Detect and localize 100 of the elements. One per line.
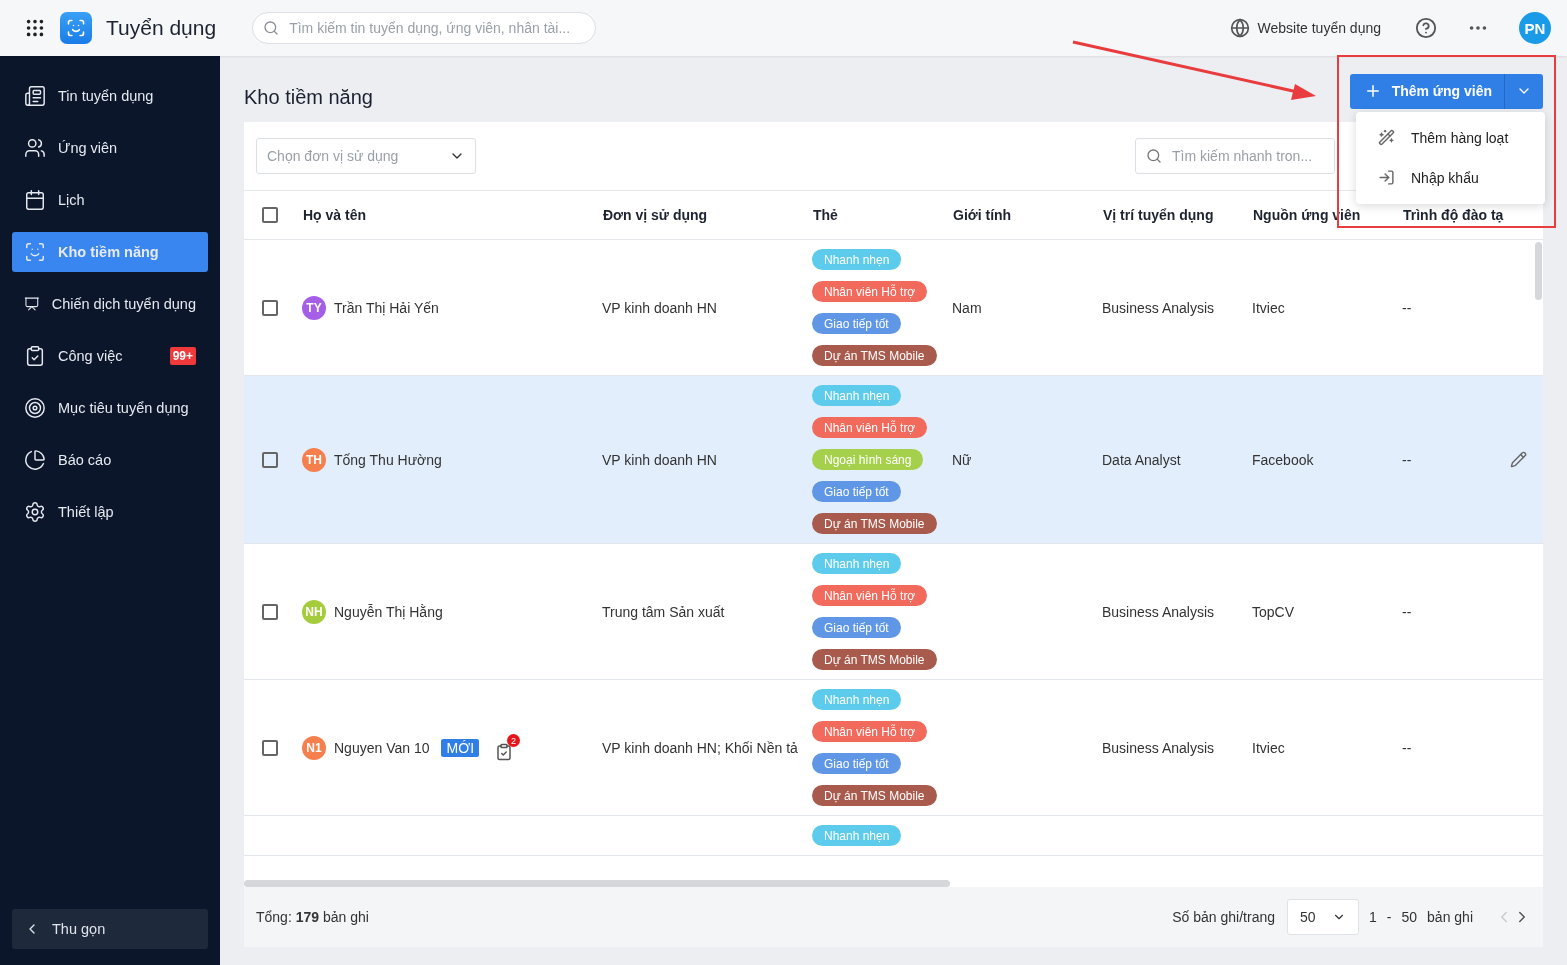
search-icon xyxy=(263,20,280,36)
table-cell-text: Itviec xyxy=(1251,299,1286,316)
row-checkbox[interactable] xyxy=(262,739,278,756)
tag: Nhân viên Hỗ trợ xyxy=(812,585,928,606)
website-link[interactable]: Website tuyển dụng xyxy=(1229,18,1381,38)
table-cell-text: -- xyxy=(1401,299,1413,316)
news-icon xyxy=(24,85,46,107)
table-cell-text: Facebook xyxy=(1251,451,1315,468)
range-start: 1 xyxy=(1369,909,1377,925)
table-cell-text: Business Analysis xyxy=(1101,603,1216,620)
globe-icon xyxy=(1229,18,1250,38)
sidebar-item[interactable]: Thiết lập xyxy=(12,492,208,532)
candidate-name[interactable]: Tống Thu Hường xyxy=(334,451,442,468)
logo-icon xyxy=(60,12,92,44)
table-cell-text: -- xyxy=(1401,451,1413,468)
help-icon[interactable] xyxy=(1415,17,1437,39)
table-cell-text: Itviec xyxy=(1251,739,1286,756)
page-size-select[interactable]: 50 xyxy=(1287,899,1359,935)
search-input[interactable]: Tìm kiếm nhanh tron... xyxy=(1170,147,1324,165)
page-size-label: Số bản ghi/trang xyxy=(1172,909,1275,925)
app-grid-icon[interactable] xyxy=(24,17,46,39)
target-icon xyxy=(24,397,46,419)
tag: Nhanh nhẹn xyxy=(812,249,902,270)
sidebar-item[interactable]: Ứng viên xyxy=(12,128,208,168)
sidebar-item[interactable]: Mục tiêu tuyển dụng xyxy=(12,388,208,428)
face-scan-icon xyxy=(24,241,46,263)
tag: Nhân viên Hỗ trợ xyxy=(812,281,928,302)
column-header: Vị trí tuyển dụng xyxy=(1102,207,1215,223)
table-cell-text: Data Analyst xyxy=(1101,451,1182,468)
tag: Nhanh nhẹn xyxy=(812,385,902,406)
horizontal-scrollbar[interactable] xyxy=(244,880,950,887)
row-checkbox[interactable] xyxy=(262,299,278,316)
users-icon xyxy=(24,137,46,159)
task-count: 2 xyxy=(507,734,521,747)
sidebar-item[interactable]: Chiến dịch tuyển dụng xyxy=(12,284,208,324)
page-title: Kho tiềm năng xyxy=(244,85,374,109)
candidate-name[interactable]: Nguyễn Thị Hằng xyxy=(334,603,443,620)
candidate-avatar: TH xyxy=(302,447,326,472)
search-field[interactable]: Tìm kiếm tin tuyển dụng, ứng viên, nhân tài... xyxy=(252,12,597,44)
table-cell: Trung tâm Sản xuất xyxy=(602,603,725,620)
tag: Giao tiếp tốt xyxy=(812,481,901,502)
tag: Ngoại hình sáng xyxy=(812,449,924,470)
magic-wand-icon xyxy=(1378,129,1395,146)
table-cell: VP kinh doanh HN; Khối Nền tả xyxy=(602,739,798,756)
menu-item[interactable]: Nhập khẩu xyxy=(1356,157,1545,198)
tag: Dự án TMS Mobile xyxy=(812,345,937,366)
table-cell-text: Nam xyxy=(951,299,983,316)
app-name: Tuyển dụng xyxy=(106,16,217,40)
range-unit: bản ghi xyxy=(1427,909,1473,925)
candidate-avatar: NH xyxy=(302,599,326,624)
tag: Nhanh nhẹn xyxy=(812,825,902,846)
tag: Giao tiếp tốt xyxy=(812,313,901,334)
sidebar-item[interactable]: Lịch xyxy=(12,180,208,220)
table-cell-text: Nữ xyxy=(951,451,973,468)
tag: Nhân viên Hỗ trợ xyxy=(812,417,928,438)
candidate-name[interactable]: Nguyen Van 10 xyxy=(334,739,430,756)
count-badge: 99+ xyxy=(169,347,196,365)
task-icon[interactable] xyxy=(495,743,514,761)
menu-item[interactable]: Thêm hàng loạt xyxy=(1356,117,1545,158)
tag: Dự án TMS Mobile xyxy=(812,649,937,670)
settings-icon xyxy=(24,501,46,523)
tag: Giao tiếp tốt xyxy=(812,617,901,638)
import-icon xyxy=(1378,169,1395,186)
tag: Nhanh nhẹn xyxy=(812,553,902,574)
table-cell: VP kinh doanh HN xyxy=(602,299,717,316)
column-header: Trình độ đào tạ xyxy=(1402,207,1505,223)
row-checkbox[interactable] xyxy=(262,451,278,468)
table-row[interactable]: TH Tống Thu Hường VP kinh doanh HN Nhanh nhẹn Nhân viên Hỗ trợ Ngoại hình sáng Giao tiếp tốt Dự án TMS Mobile Nữ Data Analyst Facebook -- xyxy=(244,376,1543,544)
range-separator: - xyxy=(1386,909,1392,925)
tag: Nhanh nhẹn xyxy=(812,689,902,710)
table-cell-text: Business Analysis xyxy=(1101,739,1216,756)
tag: Dự án TMS Mobile xyxy=(812,785,937,806)
edit-icon[interactable] xyxy=(1510,451,1527,468)
select-all-checkbox[interactable] xyxy=(262,207,278,223)
pie-chart-icon xyxy=(24,449,46,471)
quick-search-field[interactable]: Tìm kiếm nhanh tron... xyxy=(1135,138,1335,174)
column-header: Thẻ xyxy=(812,207,839,223)
collapse-button[interactable]: Thu gọn xyxy=(12,909,208,949)
table-cell-text: Business Analysis xyxy=(1101,299,1216,316)
clipboard-check-icon xyxy=(24,345,46,367)
range-end: 50 xyxy=(1401,909,1418,925)
sidebar-item[interactable]: Báo cáo xyxy=(12,440,208,480)
table-cell-text: -- xyxy=(1401,603,1413,620)
calendar-icon xyxy=(24,189,46,211)
tag: Nhân viên Hỗ trợ xyxy=(812,721,928,742)
search-icon xyxy=(1146,148,1162,164)
total-count: Tổng: 179 bản ghi xyxy=(256,909,370,925)
tag: Giao tiếp tốt xyxy=(812,753,901,774)
row-checkbox[interactable] xyxy=(262,603,278,620)
sidebar-item[interactable]: Tin tuyển dụng xyxy=(12,76,208,116)
vertical-scrollbar[interactable] xyxy=(1535,242,1542,300)
candidate-avatar: TY xyxy=(302,295,326,320)
column-header: Đơn vị sử dụng xyxy=(602,207,709,223)
table-cell-text: -- xyxy=(1401,739,1413,756)
table-cell-text: TopCV xyxy=(1251,603,1296,620)
candidate-name[interactable]: Trần Thị Hải Yến xyxy=(334,299,439,316)
column-header: Giới tính xyxy=(952,207,1013,223)
sidebar-item[interactable]: Công việc 99+ xyxy=(12,336,208,376)
table-cell: VP kinh doanh HN xyxy=(602,451,717,468)
column-header: Họ và tên xyxy=(302,207,367,223)
